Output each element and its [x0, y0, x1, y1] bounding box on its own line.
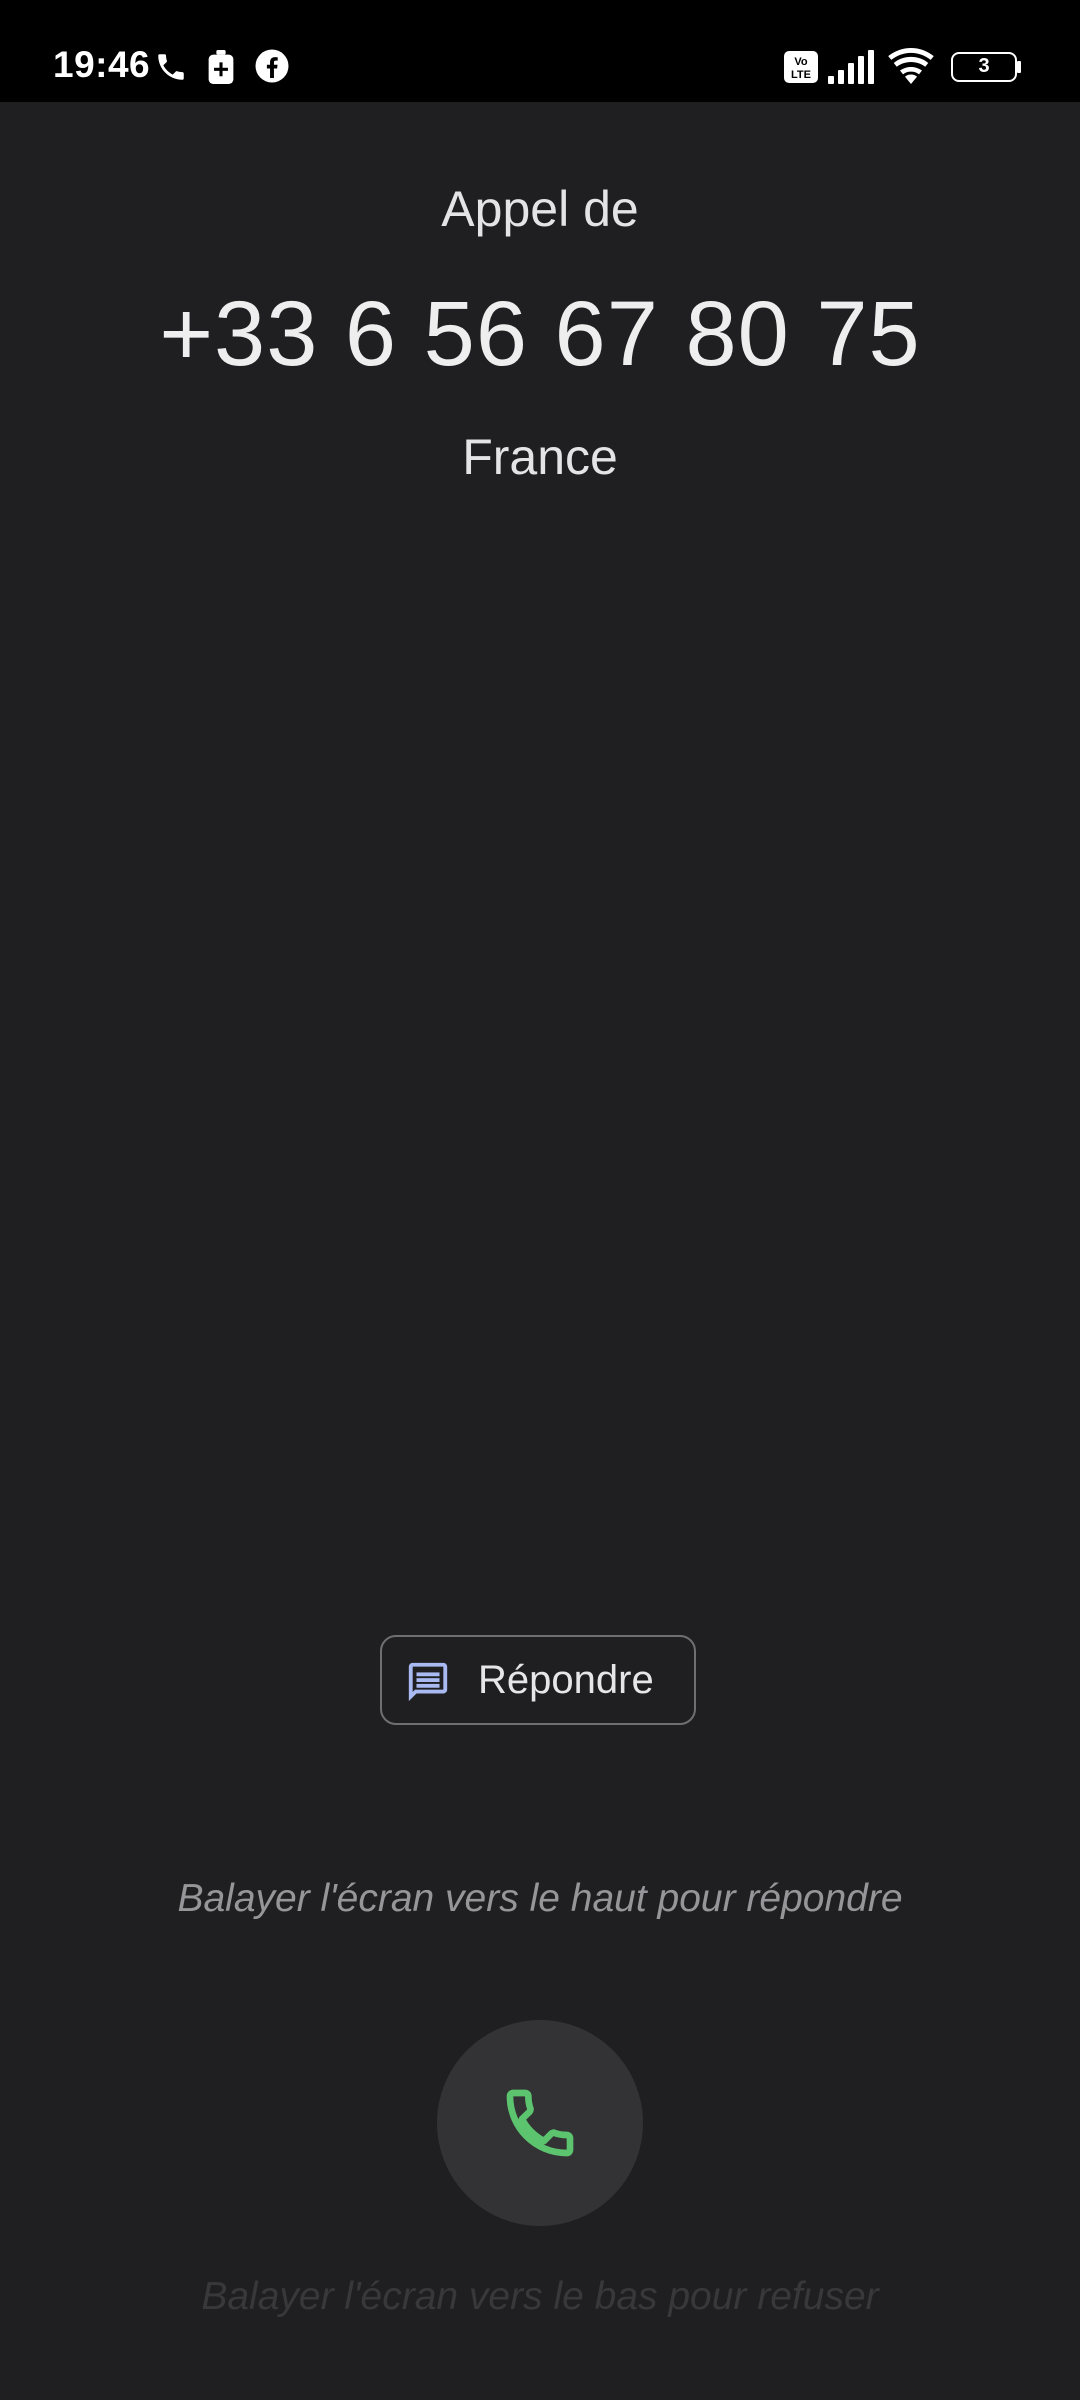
message-icon: [408, 1662, 448, 1702]
answer-call-button[interactable]: [437, 2020, 643, 2226]
caller-location: France: [462, 429, 618, 485]
phone-icon: [506, 2089, 574, 2157]
battery-icon: 3: [951, 52, 1021, 82]
wifi-icon: [888, 48, 934, 84]
reply-with-message-button[interactable]: Répondre: [380, 1635, 696, 1725]
battery-level: 3: [978, 55, 990, 77]
svg-text:Vo: Vo: [794, 56, 808, 68]
swipe-up-hint: Balayer l'écran vers le haut pour répond…: [177, 1877, 903, 1920]
battery-saver-icon: [208, 50, 234, 84]
facebook-icon: [255, 49, 289, 83]
status-bar: 19:46 Vo LTE 3: [0, 0, 1080, 102]
swipe-down-hint: Balayer l'écran vers le bas pour refuser: [201, 2275, 879, 2318]
signal-icon: [828, 50, 874, 84]
svg-text:LTE: LTE: [791, 69, 811, 81]
volte-icon: Vo LTE: [784, 51, 818, 83]
status-time: 19:46: [53, 44, 151, 85]
caller-number: +33 6 56 67 80 75: [159, 283, 921, 385]
phone-icon: [158, 54, 184, 80]
incoming-call-screen: Appel de +33 6 56 67 80 75 France Répond…: [0, 102, 1080, 2400]
reply-button-label: Répondre: [478, 1658, 654, 1702]
call-label: Appel de: [441, 181, 639, 237]
